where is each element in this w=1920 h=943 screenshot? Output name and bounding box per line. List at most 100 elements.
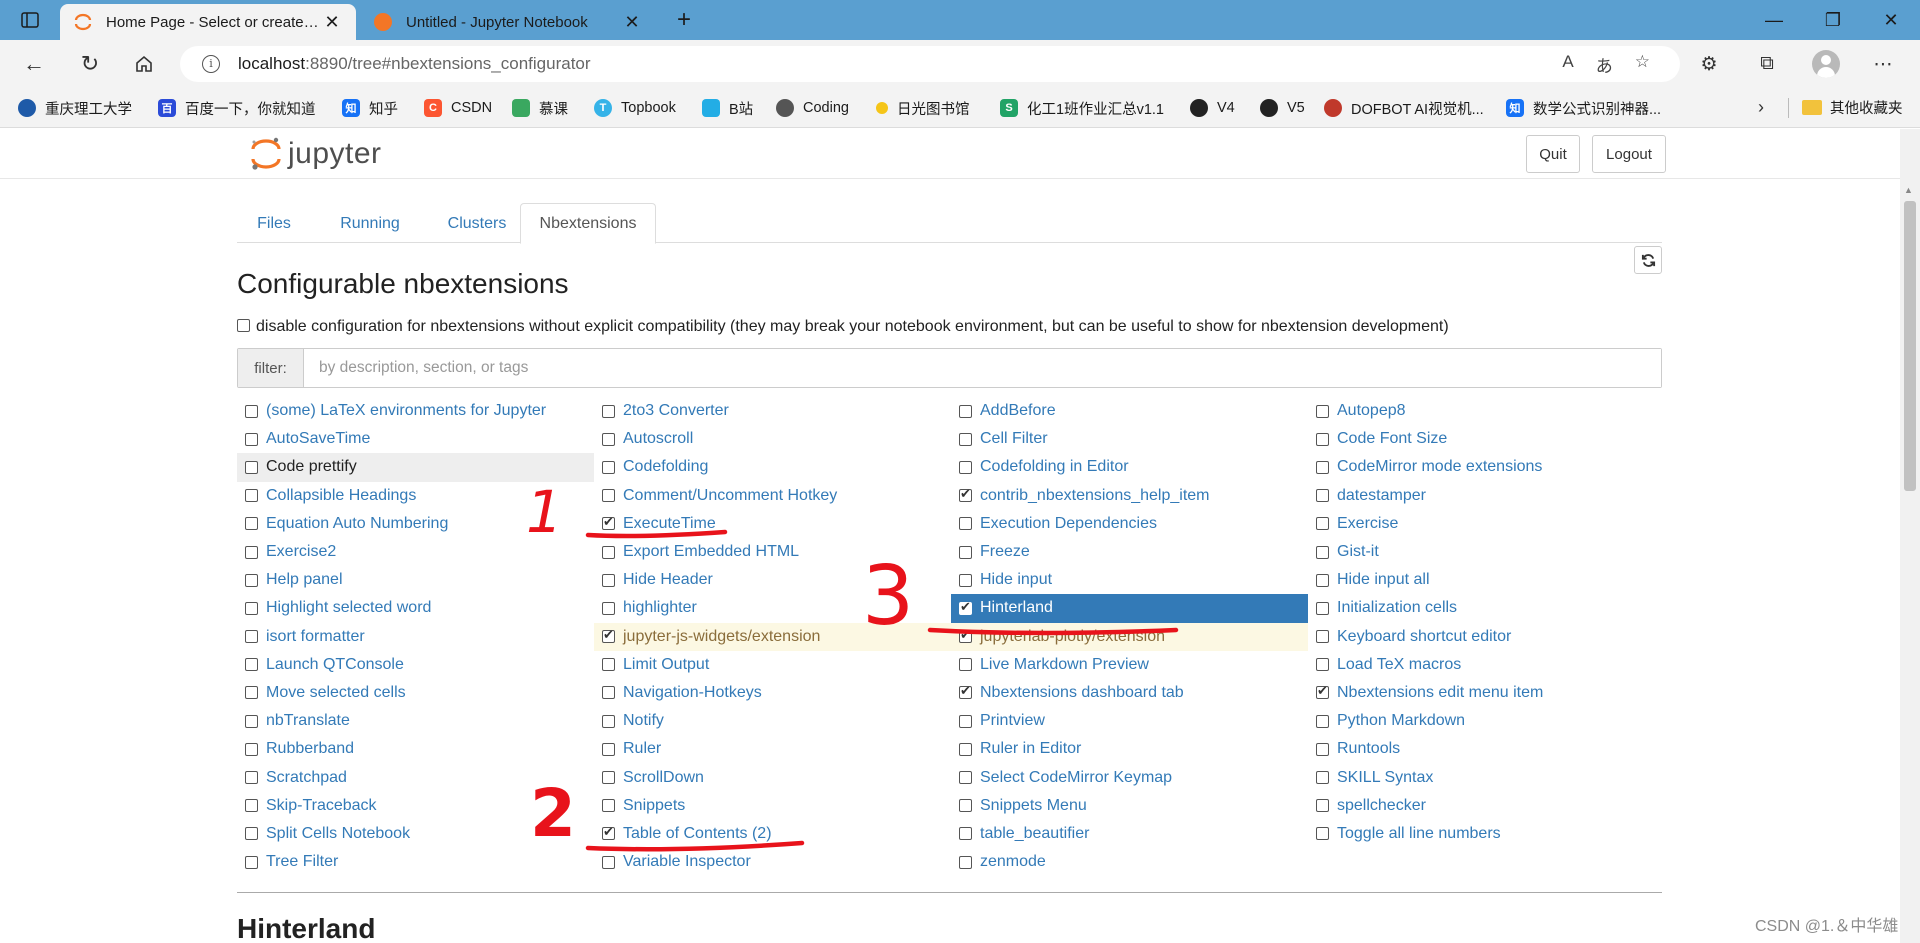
nbextension-item[interactable]: Code Font Size (1308, 425, 1665, 453)
nbextension-item[interactable]: Hinterland (951, 594, 1308, 623)
nbextension-checkbox[interactable] (602, 460, 615, 474)
nbextension-checkbox[interactable] (602, 404, 615, 418)
nbextension-item[interactable]: jupyter-js-widgets/extension (594, 622, 951, 651)
nbextension-item[interactable]: CodeMirror mode extensions (1308, 453, 1665, 481)
back-icon[interactable]: ← (16, 48, 52, 80)
nbextension-item[interactable]: Runtools (1308, 735, 1665, 763)
nbextension-item[interactable]: SKILL Syntax (1308, 763, 1665, 791)
nbextension-checkbox[interactable] (602, 573, 615, 587)
nbextension-item[interactable]: Gist-it (1308, 538, 1665, 566)
bookmark-item[interactable]: Coding (776, 97, 849, 119)
nbextension-item[interactable]: Launch QTConsole (237, 651, 594, 679)
nbextension-checkbox[interactable] (245, 517, 258, 531)
nbextension-item[interactable]: AddBefore (951, 397, 1308, 425)
home-icon[interactable] (126, 48, 162, 80)
nbextension-checkbox[interactable] (1316, 771, 1329, 785)
compat-checkbox-row[interactable]: disable configuration for nbextensions w… (237, 318, 1449, 336)
nbextension-checkbox[interactable] (1316, 714, 1329, 728)
nbextension-checkbox[interactable] (959, 404, 972, 418)
tab-actions-icon[interactable] (14, 8, 46, 32)
nbextension-checkbox[interactable] (959, 855, 972, 869)
tab-files[interactable]: Files (237, 203, 311, 244)
nbextension-item[interactable]: Equation Auto Numbering (237, 510, 594, 538)
nbextension-checkbox[interactable] (602, 627, 615, 644)
nbextension-item[interactable]: Codefolding (594, 453, 951, 481)
nbextension-item[interactable]: Code prettify (237, 453, 594, 482)
restore-icon[interactable]: ❐ (1804, 0, 1862, 40)
nbextension-checkbox[interactable] (245, 404, 258, 418)
nbextension-checkbox[interactable] (1316, 799, 1329, 813)
compat-checkbox[interactable] (237, 319, 250, 332)
nbextension-item[interactable]: Execution Dependencies (951, 510, 1308, 538)
nbextension-checkbox[interactable] (245, 601, 258, 615)
bookmark-item[interactable]: 日光图书馆 (876, 97, 970, 119)
nbextension-checkbox[interactable] (602, 514, 615, 531)
site-info-icon[interactable]: i (202, 55, 220, 73)
extensions-icon[interactable]: ⚙ (1694, 50, 1724, 78)
bookmark-item[interactable]: B站 (702, 97, 753, 119)
nbextension-item[interactable]: zenmode (951, 848, 1308, 876)
nbextension-checkbox[interactable] (602, 799, 615, 813)
other-favorites-folder[interactable]: 其他收藏夹 (1802, 97, 1903, 118)
logout-button[interactable]: Logout (1592, 135, 1666, 173)
nbextension-item[interactable]: Exercise2 (237, 538, 594, 566)
nbextension-item[interactable]: Variable Inspector (594, 848, 951, 876)
nbextension-item[interactable]: highlighter (594, 594, 951, 622)
filter-input[interactable] (304, 349, 1661, 387)
nbextension-checkbox[interactable] (1316, 460, 1329, 474)
nbextension-checkbox[interactable] (1316, 573, 1329, 587)
close-tab-icon[interactable]: ✕ (622, 12, 642, 33)
bookmark-item[interactable]: S 化工1班作业汇总v1.1 (1000, 97, 1164, 119)
nbextension-item[interactable]: Hide Header (594, 566, 951, 594)
bookmark-item[interactable]: 重庆理工大学 (18, 97, 132, 119)
nbextension-checkbox[interactable] (602, 855, 615, 869)
nbextension-checkbox[interactable] (959, 573, 972, 587)
collections-icon[interactable]: ⧉ (1752, 50, 1782, 78)
nbextension-checkbox[interactable] (1316, 630, 1329, 644)
nbextension-item[interactable]: Printview (951, 707, 1308, 735)
new-tab-icon[interactable]: + (668, 6, 700, 34)
nbextension-item[interactable]: Toggle all line numbers (1308, 820, 1665, 848)
nbextension-checkbox[interactable] (245, 432, 258, 446)
close-window-icon[interactable]: ✕ (1862, 0, 1920, 40)
bookmark-item[interactable]: 知数学公式识别神器... (1506, 97, 1661, 119)
nbextension-checkbox[interactable] (245, 489, 258, 503)
nbextension-checkbox[interactable] (959, 517, 972, 531)
nbextension-item[interactable]: Limit Output (594, 651, 951, 679)
nbextension-item[interactable]: Live Markdown Preview (951, 651, 1308, 679)
bookmark-item[interactable]: DOFBOT AI视觉机... (1324, 97, 1484, 119)
bookmark-item[interactable]: 百百度一下，你就知道 (158, 97, 316, 119)
nbextension-item[interactable]: Freeze (951, 538, 1308, 566)
nbextension-item[interactable]: Collapsible Headings (237, 482, 594, 510)
nbextension-checkbox[interactable] (245, 460, 258, 474)
nbextension-item[interactable]: (some) LaTeX environments for Jupyter (237, 397, 594, 425)
nbextension-checkbox[interactable] (959, 742, 972, 756)
nbextension-checkbox[interactable] (959, 432, 972, 446)
refresh-icon[interactable] (1634, 246, 1662, 274)
nbextension-item[interactable]: Split Cells Notebook (237, 820, 594, 848)
nbextension-checkbox[interactable] (959, 599, 972, 615)
nbextension-item[interactable]: Skip-Traceback (237, 792, 594, 820)
read-aloud-icon[interactable]: A (1562, 52, 1573, 77)
nbextension-item[interactable]: 2to3 Converter (594, 397, 951, 425)
nbextension-checkbox[interactable] (959, 683, 972, 700)
nbextension-checkbox[interactable] (245, 545, 258, 559)
nbextension-checkbox[interactable] (602, 545, 615, 559)
nbextension-checkbox[interactable] (245, 827, 258, 841)
nbextension-item[interactable]: Python Markdown (1308, 707, 1665, 735)
nbextension-item[interactable]: Hide input all (1308, 566, 1665, 594)
nbextension-checkbox[interactable] (1316, 489, 1329, 503)
profile-avatar-icon[interactable] (1812, 50, 1840, 78)
close-tab-icon[interactable]: ✕ (322, 12, 342, 33)
nbextension-item[interactable]: ExecuteTime (594, 510, 951, 538)
nbextension-checkbox[interactable] (245, 742, 258, 756)
nbextension-checkbox[interactable] (245, 573, 258, 587)
nbextension-checkbox[interactable] (245, 686, 258, 700)
nbextension-item[interactable]: Highlight selected word (237, 594, 594, 622)
translate-icon[interactable]: あ (1596, 52, 1613, 77)
nbextension-checkbox[interactable] (1316, 517, 1329, 531)
nbextension-item[interactable]: Navigation-Hotkeys (594, 679, 951, 707)
nbextension-item[interactable]: Initialization cells (1308, 594, 1665, 622)
tab-clusters[interactable]: Clusters (427, 203, 527, 244)
nbextension-item[interactable]: Scratchpad (237, 763, 594, 791)
